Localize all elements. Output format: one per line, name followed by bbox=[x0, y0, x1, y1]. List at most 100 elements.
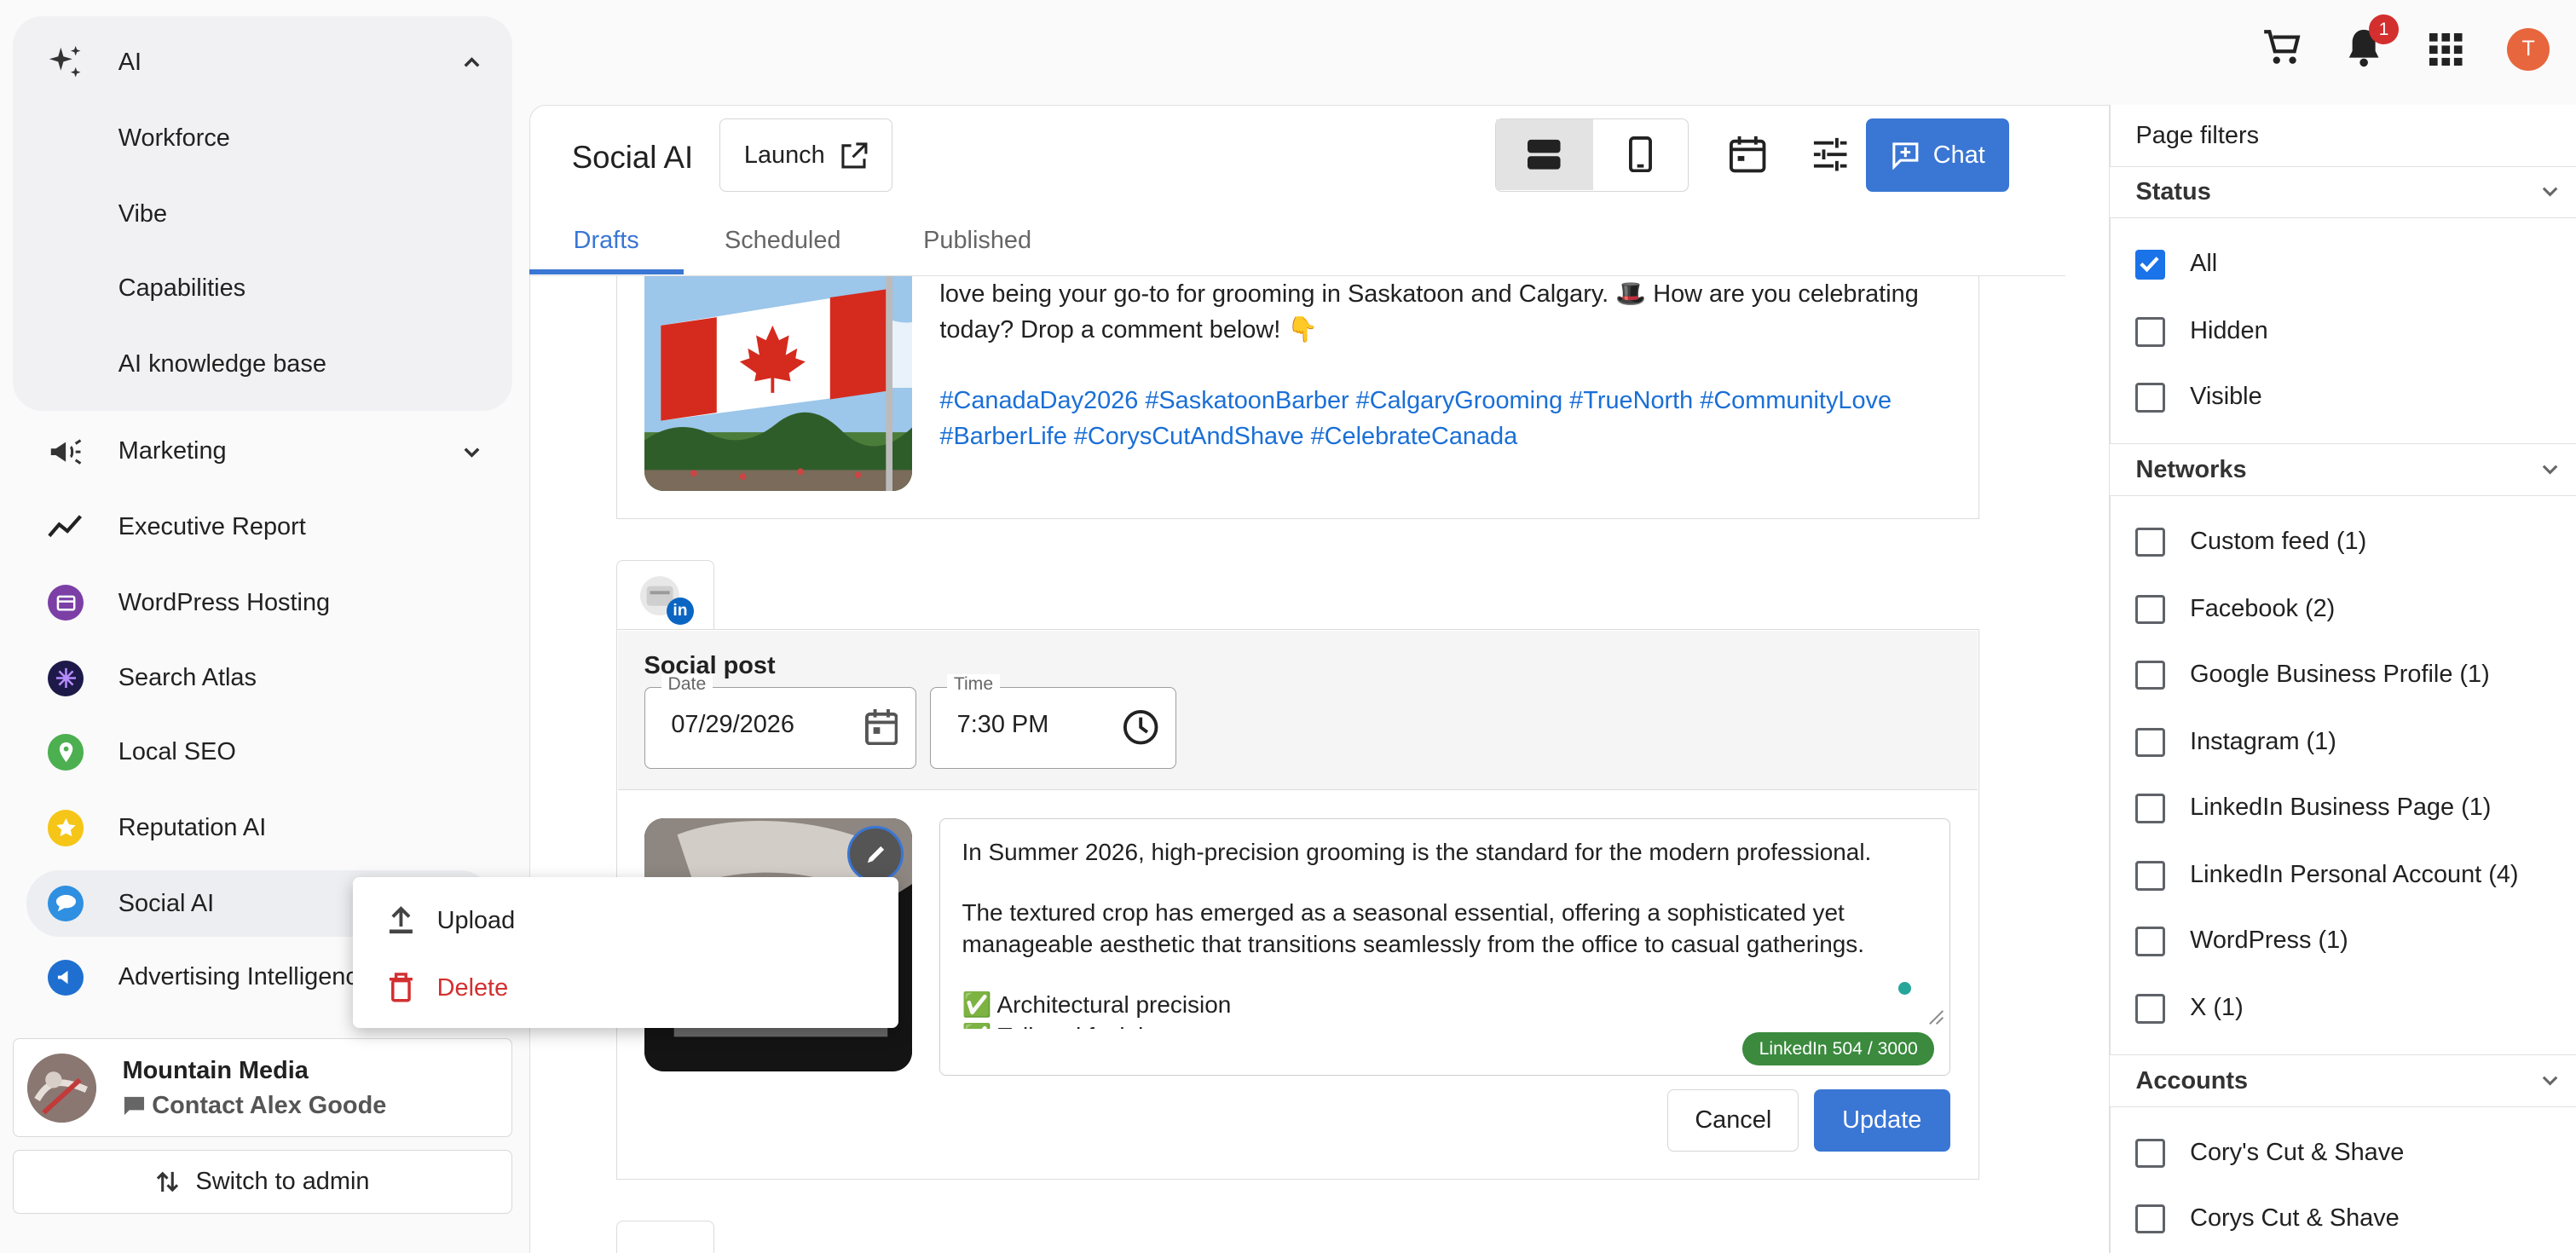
post-text-line: ✅ Architectural precision bbox=[962, 991, 1232, 1019]
tune-icon[interactable] bbox=[1812, 136, 1848, 172]
status-option-label: All bbox=[2190, 249, 2218, 277]
sidebar-item-wordpress-hosting[interactable]: WordPress Hosting bbox=[26, 570, 493, 636]
sidebar-item-label: Search Atlas bbox=[118, 664, 257, 692]
mobile-view-button[interactable] bbox=[1593, 119, 1689, 190]
sidebar-subitem-capabilities[interactable]: Capabilities bbox=[118, 274, 245, 303]
network-checkbox[interactable] bbox=[2135, 660, 2166, 690]
networks-section-header[interactable]: Networks bbox=[2109, 443, 2576, 497]
media-context-menu: Upload Delete bbox=[353, 877, 899, 1029]
post-textarea[interactable]: In Summer 2026, high-precision grooming … bbox=[939, 817, 1950, 1077]
status-section-header[interactable]: Status bbox=[2109, 165, 2576, 219]
resize-handle-icon[interactable] bbox=[1928, 1009, 1944, 1025]
calendar-icon[interactable] bbox=[1730, 135, 1766, 174]
calendar-picker-icon[interactable] bbox=[864, 708, 898, 746]
account-name: Mountain Media bbox=[122, 1057, 309, 1085]
cart-icon[interactable] bbox=[2261, 26, 2303, 72]
sidebar-subitem-workforce[interactable]: Workforce bbox=[118, 124, 230, 153]
account-option-label: Corys Cut & Shave bbox=[2190, 1204, 2400, 1232]
delete-menu-item[interactable]: Delete bbox=[353, 955, 898, 1020]
canada-flag-image bbox=[644, 275, 912, 492]
network-checkbox[interactable] bbox=[2135, 793, 2166, 823]
sidebar-subitem-ai-knowledge-base[interactable]: AI knowledge base bbox=[118, 350, 326, 378]
post-text: love being your go-to for grooming in Sa… bbox=[939, 280, 1919, 344]
trend-line-icon bbox=[46, 508, 85, 547]
sidebar-subitem-vibe[interactable]: Vibe bbox=[118, 200, 167, 228]
sidebar-item-label: AI bbox=[118, 48, 142, 76]
upload-menu-item[interactable]: Upload bbox=[353, 887, 898, 953]
status-section-title: Status bbox=[2135, 178, 2211, 206]
chevron-up-icon[interactable] bbox=[460, 51, 483, 74]
account-avatar bbox=[26, 1054, 96, 1123]
network-option-label: LinkedIn Personal Account (4) bbox=[2190, 860, 2519, 888]
sidebar-item-local-seo[interactable]: Local SEO bbox=[26, 719, 493, 785]
sidebar-item-label: Executive Report bbox=[118, 513, 306, 541]
network-checkbox[interactable] bbox=[2135, 594, 2166, 625]
date-field[interactable]: Date 07/29/2026 bbox=[644, 674, 917, 769]
chat-button[interactable]: Chat bbox=[1866, 118, 2010, 193]
account-contact[interactable]: Contact Alex Goode bbox=[123, 1091, 387, 1120]
apps-grid-icon[interactable] bbox=[2429, 32, 2463, 79]
sidebar-item-reputation-ai[interactable]: Reputation AI bbox=[26, 795, 493, 861]
network-option-label: X (1) bbox=[2190, 994, 2244, 1022]
tab-scheduled[interactable]: Scheduled bbox=[725, 227, 841, 255]
tab-drafts[interactable]: Drafts bbox=[574, 227, 639, 255]
external-link-icon bbox=[841, 142, 868, 169]
view-toggle bbox=[1494, 118, 1689, 193]
date-value: 07/29/2026 bbox=[671, 710, 794, 738]
star-icon bbox=[46, 808, 85, 847]
network-checkbox[interactable] bbox=[2135, 527, 2166, 557]
sidebar-item-label: WordPress Hosting bbox=[118, 588, 331, 616]
switch-to-admin-button[interactable]: Switch to admin bbox=[13, 1150, 513, 1215]
advertising-icon bbox=[46, 958, 85, 997]
cancel-button[interactable]: Cancel bbox=[1667, 1088, 1799, 1152]
time-legend: Time bbox=[947, 674, 1000, 696]
sidebar-item-ai[interactable]: AI bbox=[26, 30, 493, 95]
pencil-icon bbox=[864, 843, 887, 866]
sidebar-item-executive-report[interactable]: Executive Report bbox=[26, 494, 493, 560]
post-text-line: In Summer 2026, high-precision grooming … bbox=[962, 838, 1872, 865]
list-view-button[interactable] bbox=[1495, 118, 1593, 190]
time-field[interactable]: Time 7:30 PM bbox=[929, 674, 1176, 769]
network-option-label: WordPress (1) bbox=[2190, 926, 2348, 954]
edit-media-button[interactable] bbox=[847, 826, 904, 882]
notification-badge: 1 bbox=[2369, 14, 2399, 45]
account-contact-label: Contact Alex Goode bbox=[152, 1091, 387, 1119]
network-checkbox[interactable] bbox=[2135, 994, 2166, 1024]
launch-label: Launch bbox=[743, 141, 825, 169]
swap-icon bbox=[156, 1170, 179, 1193]
sidebar-item-marketing[interactable]: Marketing bbox=[26, 419, 493, 484]
status-option-label: Visible bbox=[2190, 383, 2262, 411]
sidebar-item-label: Marketing bbox=[118, 437, 227, 465]
account-card[interactable]: Mountain Media Contact Alex Goode bbox=[13, 1038, 513, 1137]
map-pin-icon bbox=[46, 733, 85, 772]
active-tab-indicator bbox=[528, 269, 684, 274]
network-tab-linkedin[interactable]: in bbox=[615, 560, 715, 632]
launch-button[interactable]: Launch bbox=[719, 118, 892, 193]
chat-add-icon bbox=[1891, 141, 1920, 170]
chevron-down-icon[interactable] bbox=[460, 441, 483, 464]
tab-published[interactable]: Published bbox=[923, 227, 1031, 255]
update-button[interactable]: Update bbox=[1813, 1088, 1950, 1152]
status-option-label: Hidden bbox=[2190, 316, 2268, 344]
sidebar-item-search-atlas[interactable]: Search Atlas bbox=[26, 645, 493, 711]
status-hidden-checkbox[interactable] bbox=[2135, 316, 2166, 347]
social-ai-icon bbox=[46, 884, 85, 923]
accounts-section-header[interactable]: Accounts bbox=[2109, 1054, 2576, 1107]
network-option-label: Facebook (2) bbox=[2190, 594, 2336, 622]
network-checkbox[interactable] bbox=[2135, 727, 2166, 758]
network-checkbox[interactable] bbox=[2135, 926, 2166, 956]
rows-view-icon bbox=[1528, 138, 1561, 171]
status-visible-checkbox[interactable] bbox=[2135, 383, 2166, 413]
network-checkbox[interactable] bbox=[2135, 860, 2166, 891]
status-all-checkbox[interactable] bbox=[2135, 249, 2166, 280]
account-checkbox[interactable] bbox=[2135, 1138, 2166, 1169]
account-checkbox[interactable] bbox=[2135, 1204, 2166, 1234]
clock-icon[interactable] bbox=[1123, 709, 1158, 745]
phone-icon bbox=[1628, 136, 1652, 173]
upload-icon bbox=[388, 905, 414, 935]
user-avatar[interactable]: T bbox=[2507, 27, 2550, 71]
wordpress-hosting-icon bbox=[46, 583, 85, 622]
chevron-down-icon bbox=[2540, 182, 2560, 201]
megaphone-icon bbox=[46, 432, 85, 471]
next-post-tab[interactable] bbox=[615, 1220, 715, 1253]
